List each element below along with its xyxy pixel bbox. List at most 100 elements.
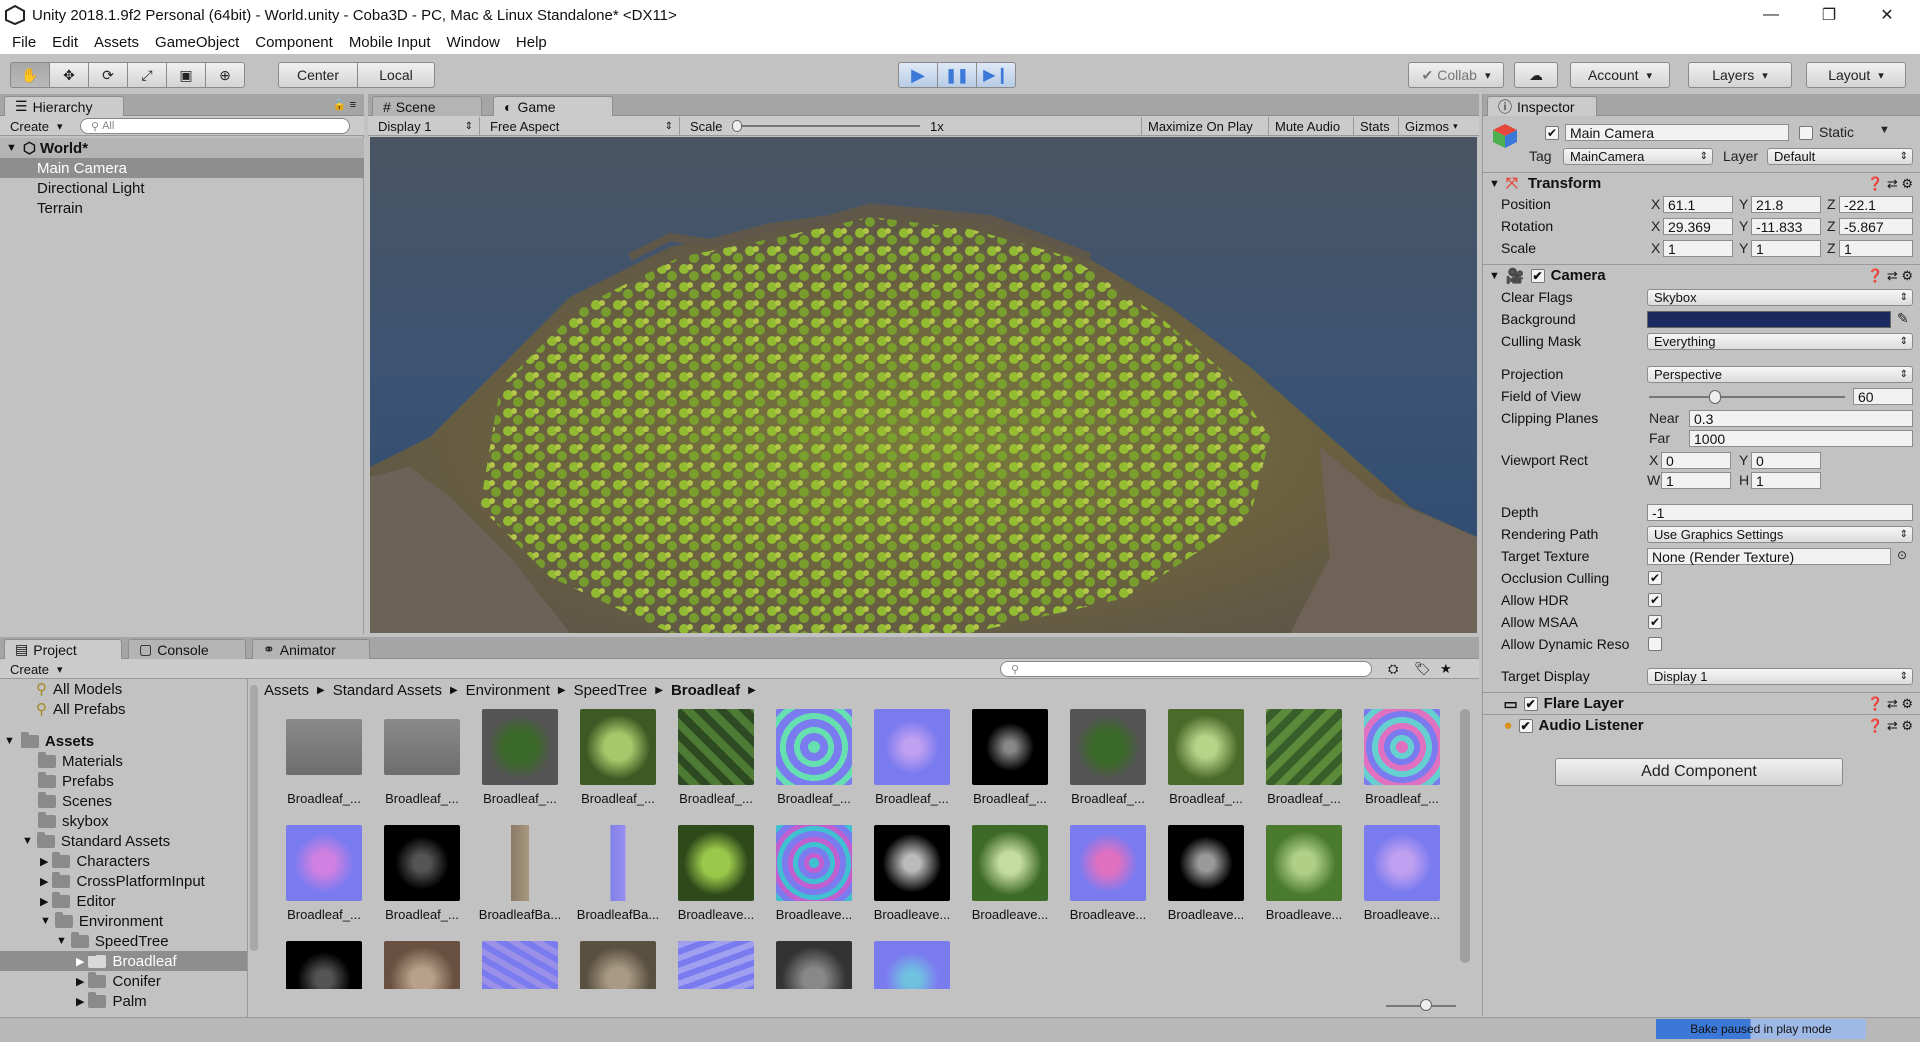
asset-item[interactable]: Broadleaf_...	[1060, 709, 1150, 809]
asset-item[interactable]: Broadleaf_...	[276, 825, 366, 925]
project-create-button[interactable]: Create	[4, 660, 69, 678]
component-menu-icons[interactable]: ❓ ⇄ ⚙	[1867, 268, 1913, 284]
asset-item[interactable]: Broadleaf_...	[472, 709, 562, 809]
mute-audio-toggle[interactable]: Mute Audio	[1268, 117, 1346, 135]
asset-item[interactable]	[276, 941, 366, 989]
hierarchy-item-main-camera[interactable]: Main Camera	[0, 158, 364, 178]
position-z-field[interactable]: -22.1	[1839, 196, 1913, 213]
audio-listener-checkbox[interactable]: ✔	[1518, 718, 1533, 733]
scene-row[interactable]: ▼ ⬡ World*	[0, 138, 364, 158]
asset-item[interactable]	[472, 941, 562, 989]
target-display-dropdown[interactable]: Display 1	[1647, 668, 1913, 685]
tree-crossplatforminput[interactable]: ▶ CrossPlatformInput	[40, 871, 205, 891]
asset-item[interactable]: Broadleaf_...	[668, 709, 758, 809]
expand-arrow-icon[interactable]: ▶	[76, 975, 84, 988]
active-checkbox[interactable]: ✔	[1545, 126, 1559, 140]
expand-arrow-icon[interactable]: ▶	[40, 855, 48, 868]
rendering-path-dropdown[interactable]: Use Graphics Settings	[1647, 526, 1913, 543]
asset-item[interactable]: Broadleaf_...	[1354, 709, 1444, 809]
tree-scrollbar[interactable]	[250, 685, 258, 951]
favorite-star-icon[interactable]: ★	[1434, 660, 1458, 678]
fov-slider-handle[interactable]	[1709, 390, 1721, 404]
close-button[interactable]: ✕	[1858, 0, 1916, 30]
position-y-field[interactable]: 21.8	[1751, 196, 1821, 213]
breadcrumb-broadleaf[interactable]: Broadleaf	[671, 682, 740, 699]
collapse-arrow-icon[interactable]: ▼	[1489, 178, 1500, 190]
account-dropdown[interactable]: Account	[1570, 62, 1670, 88]
rotation-x-field[interactable]: 29.369	[1663, 218, 1733, 235]
transform-header[interactable]: ▼ ⤧ Transform ❓ ⇄ ⚙	[1483, 172, 1920, 194]
filter-type-icon[interactable]: ⛭	[1382, 660, 1404, 678]
asset-item[interactable]: BroadleafBa...	[570, 825, 660, 925]
tab-scene[interactable]: # Scene	[372, 96, 482, 116]
asset-item[interactable]: Broadleave...	[962, 825, 1052, 925]
play-button[interactable]: ▶	[898, 62, 938, 88]
expand-arrow-icon[interactable]: ▶	[76, 995, 84, 1008]
layers-dropdown[interactable]: Layers	[1688, 62, 1792, 88]
tree-prefabs[interactable]: Prefabs	[38, 771, 114, 791]
collapse-arrow-icon[interactable]: ▼	[56, 935, 67, 947]
tab-hierarchy[interactable]: ☰ Hierarchy	[4, 96, 124, 116]
collapse-arrow-icon[interactable]: ▼	[22, 835, 33, 847]
menu-component[interactable]: Component	[255, 34, 333, 51]
display-dropdown[interactable]: Display 1 ⇕	[372, 117, 480, 135]
asset-item[interactable]	[864, 941, 954, 989]
filter-label-icon[interactable]: 🏷	[1408, 660, 1437, 678]
allow-msaa-checkbox[interactable]: ✔	[1648, 615, 1662, 629]
scale-slider-handle[interactable]	[732, 120, 742, 132]
collab-button[interactable]: ✔ Collab	[1408, 62, 1504, 88]
collapse-arrow-icon[interactable]: ▼	[1489, 270, 1500, 282]
favorite-all-models[interactable]: ⚲ All Models	[36, 679, 122, 699]
scale-tool-button[interactable]: ⤢	[127, 62, 167, 88]
menu-edit[interactable]: Edit	[52, 34, 78, 51]
asset-item[interactable]: Broadleaf_...	[864, 709, 954, 809]
asset-item[interactable]: Broadleave...	[1354, 825, 1444, 925]
move-tool-button[interactable]: ✥	[49, 62, 89, 88]
maximize-on-play-toggle[interactable]: Maximize On Play	[1141, 117, 1259, 135]
thumbnail-size-slider-handle[interactable]	[1420, 999, 1432, 1011]
asset-item[interactable]: Broadleaf_...	[1256, 709, 1346, 809]
tree-scenes[interactable]: Scenes	[38, 791, 112, 811]
position-x-field[interactable]: 61.1	[1663, 196, 1733, 213]
tab-project[interactable]: ▤ Project	[4, 639, 122, 659]
asset-item[interactable]	[668, 941, 758, 989]
menu-help[interactable]: Help	[516, 34, 547, 51]
project-search-input[interactable]: ⚲	[1000, 661, 1372, 677]
asset-item[interactable]: Broadleaf_...	[276, 709, 366, 809]
fov-slider-track[interactable]	[1649, 396, 1845, 398]
transform-tool-button[interactable]: ⊕	[205, 62, 245, 88]
occlusion-culling-checkbox[interactable]: ✔	[1648, 571, 1662, 585]
asset-item[interactable]: Broadleave...	[766, 825, 856, 925]
asset-item[interactable]: Broadleave...	[1256, 825, 1346, 925]
rotate-tool-button[interactable]: ⟳	[88, 62, 128, 88]
near-field[interactable]: 0.3	[1689, 410, 1913, 427]
step-button[interactable]: ▶❙	[976, 62, 1016, 88]
game-viewport[interactable]	[370, 137, 1477, 633]
favorite-all-prefabs[interactable]: ⚲ All Prefabs	[36, 699, 126, 719]
menu-file[interactable]: File	[12, 34, 36, 51]
asset-item[interactable]	[766, 941, 856, 989]
tab-console[interactable]: ▢ Console	[128, 639, 246, 659]
asset-item[interactable]: BroadleafBa...	[472, 825, 562, 925]
depth-field[interactable]: -1	[1647, 504, 1913, 521]
layout-dropdown[interactable]: Layout	[1806, 62, 1906, 88]
tree-standard-assets[interactable]: ▼ Standard Assets	[22, 831, 170, 851]
asset-item[interactable]: Broadleave...	[864, 825, 954, 925]
aspect-dropdown[interactable]: Free Aspect ⇕	[484, 117, 680, 135]
viewport-w-field[interactable]: 1	[1661, 472, 1731, 489]
background-color-swatch[interactable]	[1647, 311, 1891, 328]
panel-menu-icon[interactable]: 🔒 ≡	[333, 98, 356, 111]
tree-environment[interactable]: ▼ Environment	[40, 911, 163, 931]
object-picker-icon[interactable]: ⊙	[1897, 548, 1907, 562]
tree-broadleaf[interactable]: ▶ Broadleaf	[0, 951, 247, 971]
menu-window[interactable]: Window	[447, 34, 500, 51]
hierarchy-item-directional-light[interactable]: Directional Light	[0, 178, 364, 198]
fov-field[interactable]: 60	[1853, 388, 1913, 405]
asset-item[interactable]: Broadleave...	[1060, 825, 1150, 925]
hierarchy-item-terrain[interactable]: Terrain	[0, 198, 364, 218]
scale-z-field[interactable]: 1	[1839, 240, 1913, 257]
target-texture-field[interactable]: None (Render Texture)	[1647, 548, 1891, 565]
asset-item[interactable]: Broadleaf_...	[374, 825, 464, 925]
restore-button[interactable]: ❐	[1800, 0, 1858, 30]
scale-y-field[interactable]: 1	[1751, 240, 1821, 257]
